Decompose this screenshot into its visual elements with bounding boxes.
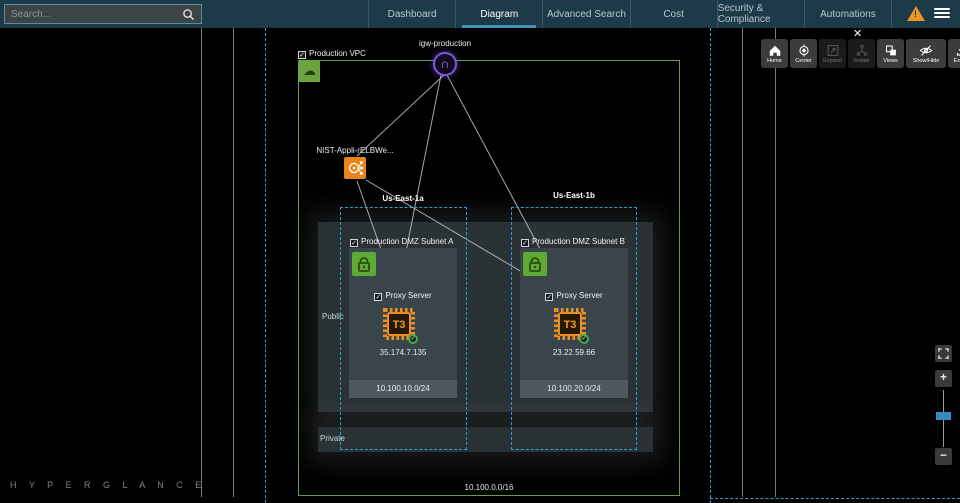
- checkbox-icon[interactable]: [521, 239, 529, 247]
- top-navigation-bar: Dashboard Diagram Advanced Search Cost S…: [0, 0, 960, 28]
- hyperglance-logo: H Y P E R G L A N C E: [10, 480, 207, 490]
- export-button[interactable]: Export: [948, 39, 960, 68]
- region-dashed-border: [265, 28, 266, 503]
- region-dashed-border: [710, 498, 960, 499]
- tab-advanced-search[interactable]: Advanced Search: [542, 0, 629, 28]
- main-nav: Dashboard Diagram Advanced Search Cost S…: [368, 0, 893, 28]
- canvas-boundary-line: [742, 28, 743, 497]
- search-icon[interactable]: [182, 8, 195, 21]
- lock-icon[interactable]: [352, 252, 376, 276]
- search-input[interactable]: [11, 8, 182, 20]
- vpc-cidr-label: 10.100.0.0/16: [464, 483, 514, 492]
- load-balancer-icon[interactable]: [344, 157, 366, 179]
- export-download-icon: [956, 48, 960, 56]
- home-button[interactable]: Home: [761, 39, 788, 68]
- tab-automations[interactable]: Automations: [803, 0, 893, 28]
- zoom-slider-handle[interactable]: [936, 412, 951, 420]
- subnet-a-cidr: 10.100.10.0/24: [349, 380, 457, 398]
- subnet-b[interactable]: Production DMZ Subnet B Proxy Server T3 …: [520, 237, 628, 398]
- instance-b-ip: 23.22.59.66: [552, 348, 596, 357]
- svg-text:T3: T3: [393, 319, 406, 331]
- svg-text:T3: T3: [564, 319, 577, 331]
- region-dashed-border: [710, 28, 711, 503]
- fullscreen-icon: [938, 348, 949, 359]
- hyperglance-app: Dashboard Diagram Advanced Search Cost S…: [0, 0, 960, 503]
- diagram-toolbar: Home Center Expand Isolate Views Show/Hi…: [761, 39, 960, 68]
- canvas-boundary-line: [201, 28, 202, 497]
- center-icon: [798, 43, 809, 57]
- status-ok-badge: ✓: [579, 334, 589, 344]
- hamburger-menu-icon[interactable]: [934, 8, 950, 20]
- expand-button: Expand: [819, 39, 846, 68]
- instance-a-label: Proxy Server: [349, 291, 457, 301]
- subnet-a-label: Production DMZ Subnet A: [350, 237, 454, 247]
- checkbox-icon[interactable]: [298, 51, 306, 59]
- canvas-boundary-line: [233, 28, 234, 497]
- instance-b-label: Proxy Server: [520, 291, 628, 301]
- igw-label: igw-production: [418, 39, 472, 48]
- checkbox-icon[interactable]: [545, 293, 554, 301]
- tab-cost[interactable]: Cost: [629, 0, 717, 28]
- vpc-label: Production VPC: [298, 49, 366, 59]
- show-hide-button[interactable]: Show/Hide: [906, 39, 946, 68]
- instance-a-ip: 35.174.7.135: [379, 348, 427, 357]
- zoom-in-button[interactable]: +: [935, 370, 952, 387]
- subnet-b-cidr: 10.100.20.0/24: [520, 380, 628, 398]
- show-hide-eye-icon: [919, 44, 933, 56]
- zoom-out-button[interactable]: −: [935, 448, 952, 465]
- vpc-cloud-icon[interactable]: ☁: [299, 61, 320, 82]
- center-button[interactable]: Center: [790, 39, 817, 68]
- tab-dashboard[interactable]: Dashboard: [368, 0, 455, 28]
- expand-icon: [827, 44, 838, 56]
- search-box[interactable]: [4, 4, 202, 24]
- canvas-boundary-line: [775, 28, 776, 497]
- lock-icon[interactable]: [523, 252, 547, 276]
- close-toolbar-icon[interactable]: ✕: [853, 29, 862, 40]
- subnet-b-label: Production DMZ Subnet B: [521, 237, 625, 247]
- isolate-icon: [856, 44, 867, 56]
- views-button[interactable]: Views: [877, 39, 904, 68]
- az-label-1a: Us-East-1a: [382, 194, 424, 203]
- isolate-button: Isolate: [848, 39, 875, 68]
- views-icon: [885, 45, 896, 55]
- checkbox-icon[interactable]: [374, 293, 383, 301]
- checkbox-icon[interactable]: [350, 239, 358, 247]
- fit-to-screen-button[interactable]: [935, 345, 952, 362]
- subnet-a[interactable]: Production DMZ Subnet A Proxy Server T3 …: [349, 237, 457, 398]
- elb-label: NIST-Appli-rELBWe...: [316, 146, 394, 155]
- tab-security-compliance[interactable]: Security & Compliance: [716, 0, 804, 28]
- status-ok-badge: ✓: [408, 334, 418, 344]
- az-label-1b: Us-East-1b: [553, 191, 595, 200]
- tab-diagram[interactable]: Diagram: [455, 0, 542, 28]
- internet-gateway-icon[interactable]: ∩: [433, 52, 457, 76]
- warning-alert-icon[interactable]: !: [906, 5, 926, 23]
- home-icon: [769, 45, 780, 56]
